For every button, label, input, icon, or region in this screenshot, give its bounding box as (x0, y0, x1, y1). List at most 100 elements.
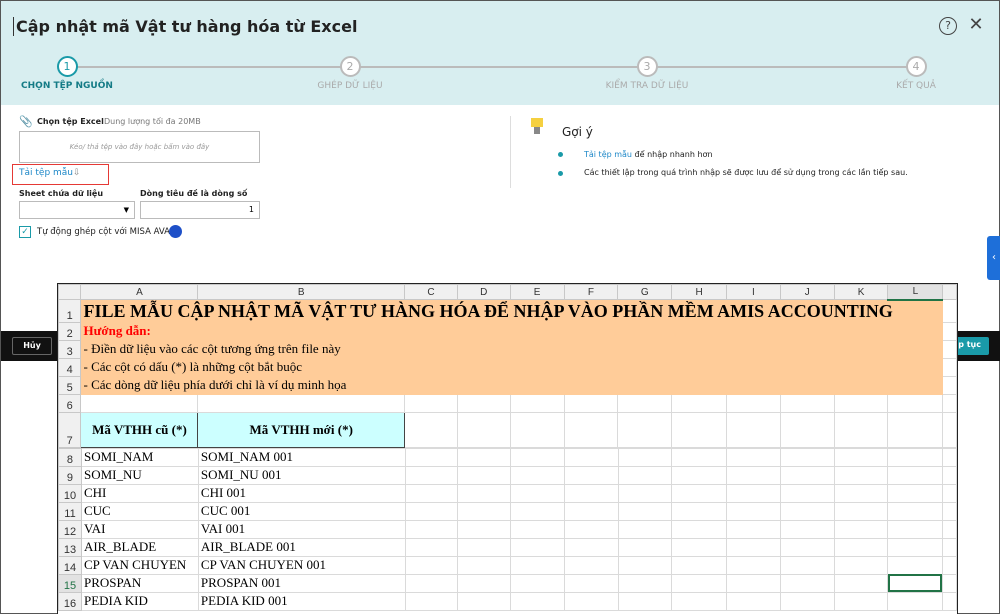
row-header[interactable]: 1 (58, 299, 82, 323)
column-header[interactable]: B (197, 284, 406, 300)
empty-cell[interactable] (457, 591, 512, 611)
empty-cell[interactable] (617, 537, 673, 557)
empty-cell[interactable] (779, 447, 835, 467)
empty-cell[interactable] (457, 519, 512, 539)
row-header[interactable]: 3 (58, 339, 82, 359)
empty-cell[interactable] (617, 519, 673, 539)
cell-old-code[interactable]: PEDIA KID (80, 591, 199, 611)
empty-cell[interactable] (671, 501, 727, 521)
empty-cell[interactable] (617, 447, 673, 467)
empty-cell[interactable] (404, 501, 459, 521)
empty-cell[interactable] (833, 447, 889, 467)
empty-cell[interactable] (779, 501, 835, 521)
empty-cell[interactable] (671, 447, 727, 467)
cell-new-code[interactable]: CUC 001 (197, 501, 406, 521)
empty-cell[interactable] (671, 555, 727, 575)
row-header[interactable]: 4 (58, 357, 82, 377)
empty-cell[interactable] (671, 591, 727, 611)
empty-cell[interactable] (833, 519, 889, 539)
empty-cell[interactable] (617, 465, 673, 485)
empty-cell[interactable] (779, 465, 835, 485)
column-header[interactable]: H (671, 284, 728, 300)
empty-cell[interactable] (404, 537, 459, 557)
cell-new-code[interactable]: AIR_BLADE 001 (197, 537, 406, 557)
empty-cell[interactable] (563, 555, 619, 575)
empty-cell[interactable] (617, 501, 673, 521)
cell-new-code[interactable]: VAI 001 (197, 519, 406, 539)
cell-new-code[interactable]: PROSPAN 001 (197, 573, 406, 593)
empty-cell[interactable] (510, 537, 565, 557)
empty-cell[interactable] (887, 483, 943, 503)
empty-cell[interactable] (457, 465, 512, 485)
cell-old-code[interactable]: SOMI_NU (80, 465, 199, 485)
empty-cell[interactable] (563, 537, 619, 557)
empty-cell[interactable] (510, 465, 565, 485)
download-template-link[interactable]: Tải tệp mẫu⇩ (12, 164, 109, 185)
empty-cell[interactable] (510, 483, 565, 503)
empty-cell[interactable] (671, 483, 727, 503)
cell-old-code[interactable]: VAI (80, 519, 199, 539)
row-header[interactable]: 8 (58, 447, 82, 467)
empty-cell[interactable] (833, 573, 889, 593)
empty-cell[interactable] (726, 501, 781, 521)
empty-cell[interactable] (779, 519, 835, 539)
guide-line[interactable]: - Các cột có dấu (*) là những cột bắt bu… (80, 357, 944, 377)
row-header[interactable]: 10 (58, 483, 82, 503)
empty-cell[interactable] (510, 519, 565, 539)
empty-cell[interactable] (779, 555, 835, 575)
empty-cell[interactable] (457, 555, 512, 575)
empty-cell[interactable] (726, 519, 781, 539)
empty-cell[interactable] (617, 573, 673, 593)
sheet-title[interactable]: FILE MẪU CẬP NHẬT MÃ VẬT TƯ HÀNG HÓA ĐỂ … (80, 299, 944, 323)
empty-cell[interactable] (887, 519, 943, 539)
row-header[interactable]: 7 (58, 411, 82, 448)
cell-old-code[interactable]: CHI (80, 483, 199, 503)
cell-new-code[interactable]: CHI 001 (197, 483, 406, 503)
empty-cell[interactable] (563, 573, 619, 593)
empty-cell[interactable] (726, 465, 781, 485)
cell-old-code[interactable]: SOMI_NAM (80, 447, 199, 467)
column-header[interactable]: F (563, 284, 619, 300)
empty-cell[interactable] (563, 447, 619, 467)
empty-cell[interactable] (563, 519, 619, 539)
row-header[interactable]: 9 (58, 465, 82, 485)
empty-cell[interactable] (887, 537, 943, 557)
row-header[interactable]: 13 (58, 537, 82, 557)
close-icon[interactable]: ✕ (967, 16, 985, 35)
empty-cell[interactable] (887, 501, 943, 521)
row-header[interactable]: 5 (58, 375, 82, 395)
cell-new-code[interactable]: SOMI_NAM 001 (197, 447, 406, 467)
empty-cell[interactable] (833, 555, 889, 575)
empty-cell[interactable] (887, 591, 943, 611)
empty-cell[interactable] (404, 573, 459, 593)
guide-line[interactable]: - Các dòng dữ liệu phía dưới chỉ là ví d… (80, 375, 944, 395)
row-header[interactable]: 12 (58, 519, 82, 539)
empty-cell[interactable] (887, 465, 943, 485)
empty-cell[interactable] (404, 591, 459, 611)
empty-cell[interactable] (726, 591, 781, 611)
cell-old-code[interactable]: AIR_BLADE (80, 537, 199, 557)
empty-cell[interactable] (671, 537, 727, 557)
empty-cell[interactable] (404, 465, 459, 485)
empty-cell[interactable] (457, 483, 512, 503)
empty-cell[interactable] (617, 555, 673, 575)
column-header[interactable]: L (887, 284, 944, 301)
empty-cell[interactable] (457, 537, 512, 557)
empty-cell[interactable] (887, 447, 943, 467)
empty-cell[interactable] (833, 591, 889, 611)
column-header[interactable]: A (80, 284, 199, 300)
empty-cell[interactable] (510, 555, 565, 575)
empty-cell[interactable] (617, 591, 673, 611)
row-header[interactable]: 16 (58, 591, 82, 611)
cell-old-code[interactable]: CP VAN CHUYEN (80, 555, 199, 575)
file-drop-zone[interactable]: Kéo/ thả tệp vào đây hoặc bấm vào đây (19, 131, 260, 163)
header-row-input[interactable]: 1 (140, 201, 260, 219)
auto-map-checkbox[interactable]: ✓ (19, 226, 31, 238)
empty-cell[interactable] (726, 537, 781, 557)
empty-cell[interactable] (833, 483, 889, 503)
empty-cell[interactable] (404, 483, 459, 503)
column-header[interactable]: E (509, 284, 565, 300)
cell-new-code[interactable]: SOMI_NU 001 (197, 465, 406, 485)
empty-cell[interactable] (887, 555, 943, 575)
help-icon[interactable]: ? (939, 17, 957, 35)
